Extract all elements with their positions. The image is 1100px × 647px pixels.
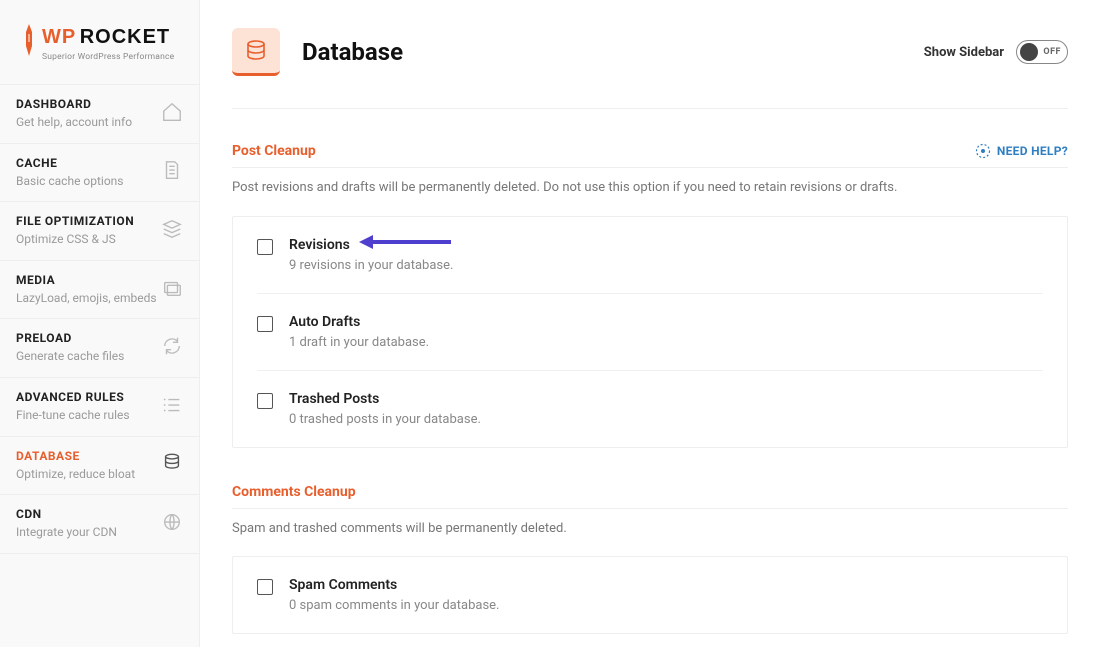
sidebar-item-file-optimization[interactable]: FILE OPTIMIZATION Optimize CSS & JS — [0, 201, 199, 260]
toggle-state-text: OFF — [1043, 47, 1061, 57]
database-icon — [244, 39, 268, 63]
sidebar-item-media[interactable]: MEDIA LazyLoad, emojis, embeds — [0, 260, 199, 319]
sidebar-item-preload[interactable]: PRELOAD Generate cache files — [0, 318, 199, 377]
nav-desc: Get help, account info — [16, 115, 132, 131]
option-subtext: 9 revisions in your database. — [289, 258, 453, 273]
nav-title: MEDIA — [16, 273, 157, 287]
nav-title: DATABASE — [16, 449, 135, 463]
help-icon — [975, 143, 991, 159]
option-subtext: 0 trashed posts in your database. — [289, 412, 481, 427]
option-row: Auto Drafts 1 draft in your database. — [257, 294, 1043, 371]
option-checkbox[interactable] — [257, 316, 273, 332]
sidebar-item-cdn[interactable]: CDN Integrate your CDN — [0, 494, 199, 554]
option-row: Spam Comments 0 spam comments in your da… — [257, 557, 1043, 633]
main-panel: Database Show Sidebar OFF Post Cleanup N… — [200, 0, 1100, 647]
post-cleanup-intro: Post revisions and drafts will be perman… — [232, 178, 1068, 198]
nav-desc: Basic cache options — [16, 174, 124, 190]
nav-desc: Integrate your CDN — [16, 525, 117, 541]
option-label: Spam Comments — [289, 577, 499, 593]
highlight-arrow-icon — [357, 231, 453, 257]
nav-title: CACHE — [16, 156, 124, 170]
nav-title: PRELOAD — [16, 331, 124, 345]
images-icon — [161, 277, 183, 303]
option-checkbox[interactable] — [257, 579, 273, 595]
comments-cleanup-intro: Spam and trashed comments will be perman… — [232, 519, 1068, 539]
sidebar-item-cache[interactable]: CACHE Basic cache options — [0, 143, 199, 202]
logo-tagline: Superior WordPress Performance — [42, 52, 174, 62]
refresh-icon — [161, 335, 183, 361]
sidebar-item-advanced-rules[interactable]: ADVANCED RULES Fine-tune cache rules — [0, 377, 199, 436]
page-title: Database — [302, 38, 403, 66]
option-subtext: 1 draft in your database. — [289, 335, 429, 350]
show-sidebar-label: Show Sidebar — [924, 45, 1004, 60]
nav-title: CDN — [16, 507, 117, 521]
option-checkbox[interactable] — [257, 393, 273, 409]
logo-rocket-text: ROCKET — [80, 26, 170, 48]
globe-icon — [161, 511, 183, 537]
list-icon — [161, 394, 183, 420]
nav-desc: LazyLoad, emojis, embeds — [16, 291, 157, 307]
nav-title: ADVANCED RULES — [16, 390, 130, 404]
sidebar-item-database[interactable]: DATABASE Optimize, reduce bloat — [0, 436, 199, 495]
post-cleanup-options: Revisions 9 revisions in your database. … — [232, 216, 1068, 448]
rocket-icon — [22, 24, 36, 56]
option-label: Auto Drafts — [289, 314, 429, 330]
home-icon — [161, 101, 183, 127]
option-row: Trashed Posts 0 trashed posts in your da… — [257, 371, 1043, 447]
sidebar: WP ROCKET Superior WordPress Performance… — [0, 0, 200, 647]
nav-desc: Fine-tune cache rules — [16, 408, 130, 424]
option-subtext: 0 spam comments in your database. — [289, 598, 499, 613]
comments-cleanup-options: Spam Comments 0 spam comments in your da… — [232, 556, 1068, 634]
page-icon-database — [232, 28, 280, 76]
divider — [232, 108, 1068, 109]
need-help-text: NEED HELP? — [997, 144, 1068, 158]
option-label: Trashed Posts — [289, 391, 481, 407]
divider — [232, 167, 1068, 168]
nav-desc: Optimize, reduce bloat — [16, 467, 135, 483]
section-title-post-cleanup: Post Cleanup — [232, 143, 316, 159]
file-icon — [161, 159, 183, 185]
divider — [232, 508, 1068, 509]
show-sidebar-toggle[interactable]: OFF — [1016, 40, 1068, 64]
nav-desc: Optimize CSS & JS — [16, 232, 134, 248]
section-title-comments-cleanup: Comments Cleanup — [232, 484, 356, 500]
logo-wp-text: WP — [42, 26, 76, 48]
stack-icon — [161, 218, 183, 244]
option-row: Revisions 9 revisions in your database. — [257, 217, 1043, 294]
brand-logo: WP ROCKET Superior WordPress Performance — [0, 0, 199, 84]
nav-desc: Generate cache files — [16, 349, 124, 365]
nav-title: DASHBOARD — [16, 97, 132, 111]
option-checkbox[interactable] — [257, 239, 273, 255]
need-help-link[interactable]: NEED HELP? — [975, 143, 1068, 159]
nav-title: FILE OPTIMIZATION — [16, 214, 134, 228]
sidebar-item-dashboard[interactable]: DASHBOARD Get help, account info — [0, 84, 199, 143]
database-icon — [161, 452, 183, 478]
